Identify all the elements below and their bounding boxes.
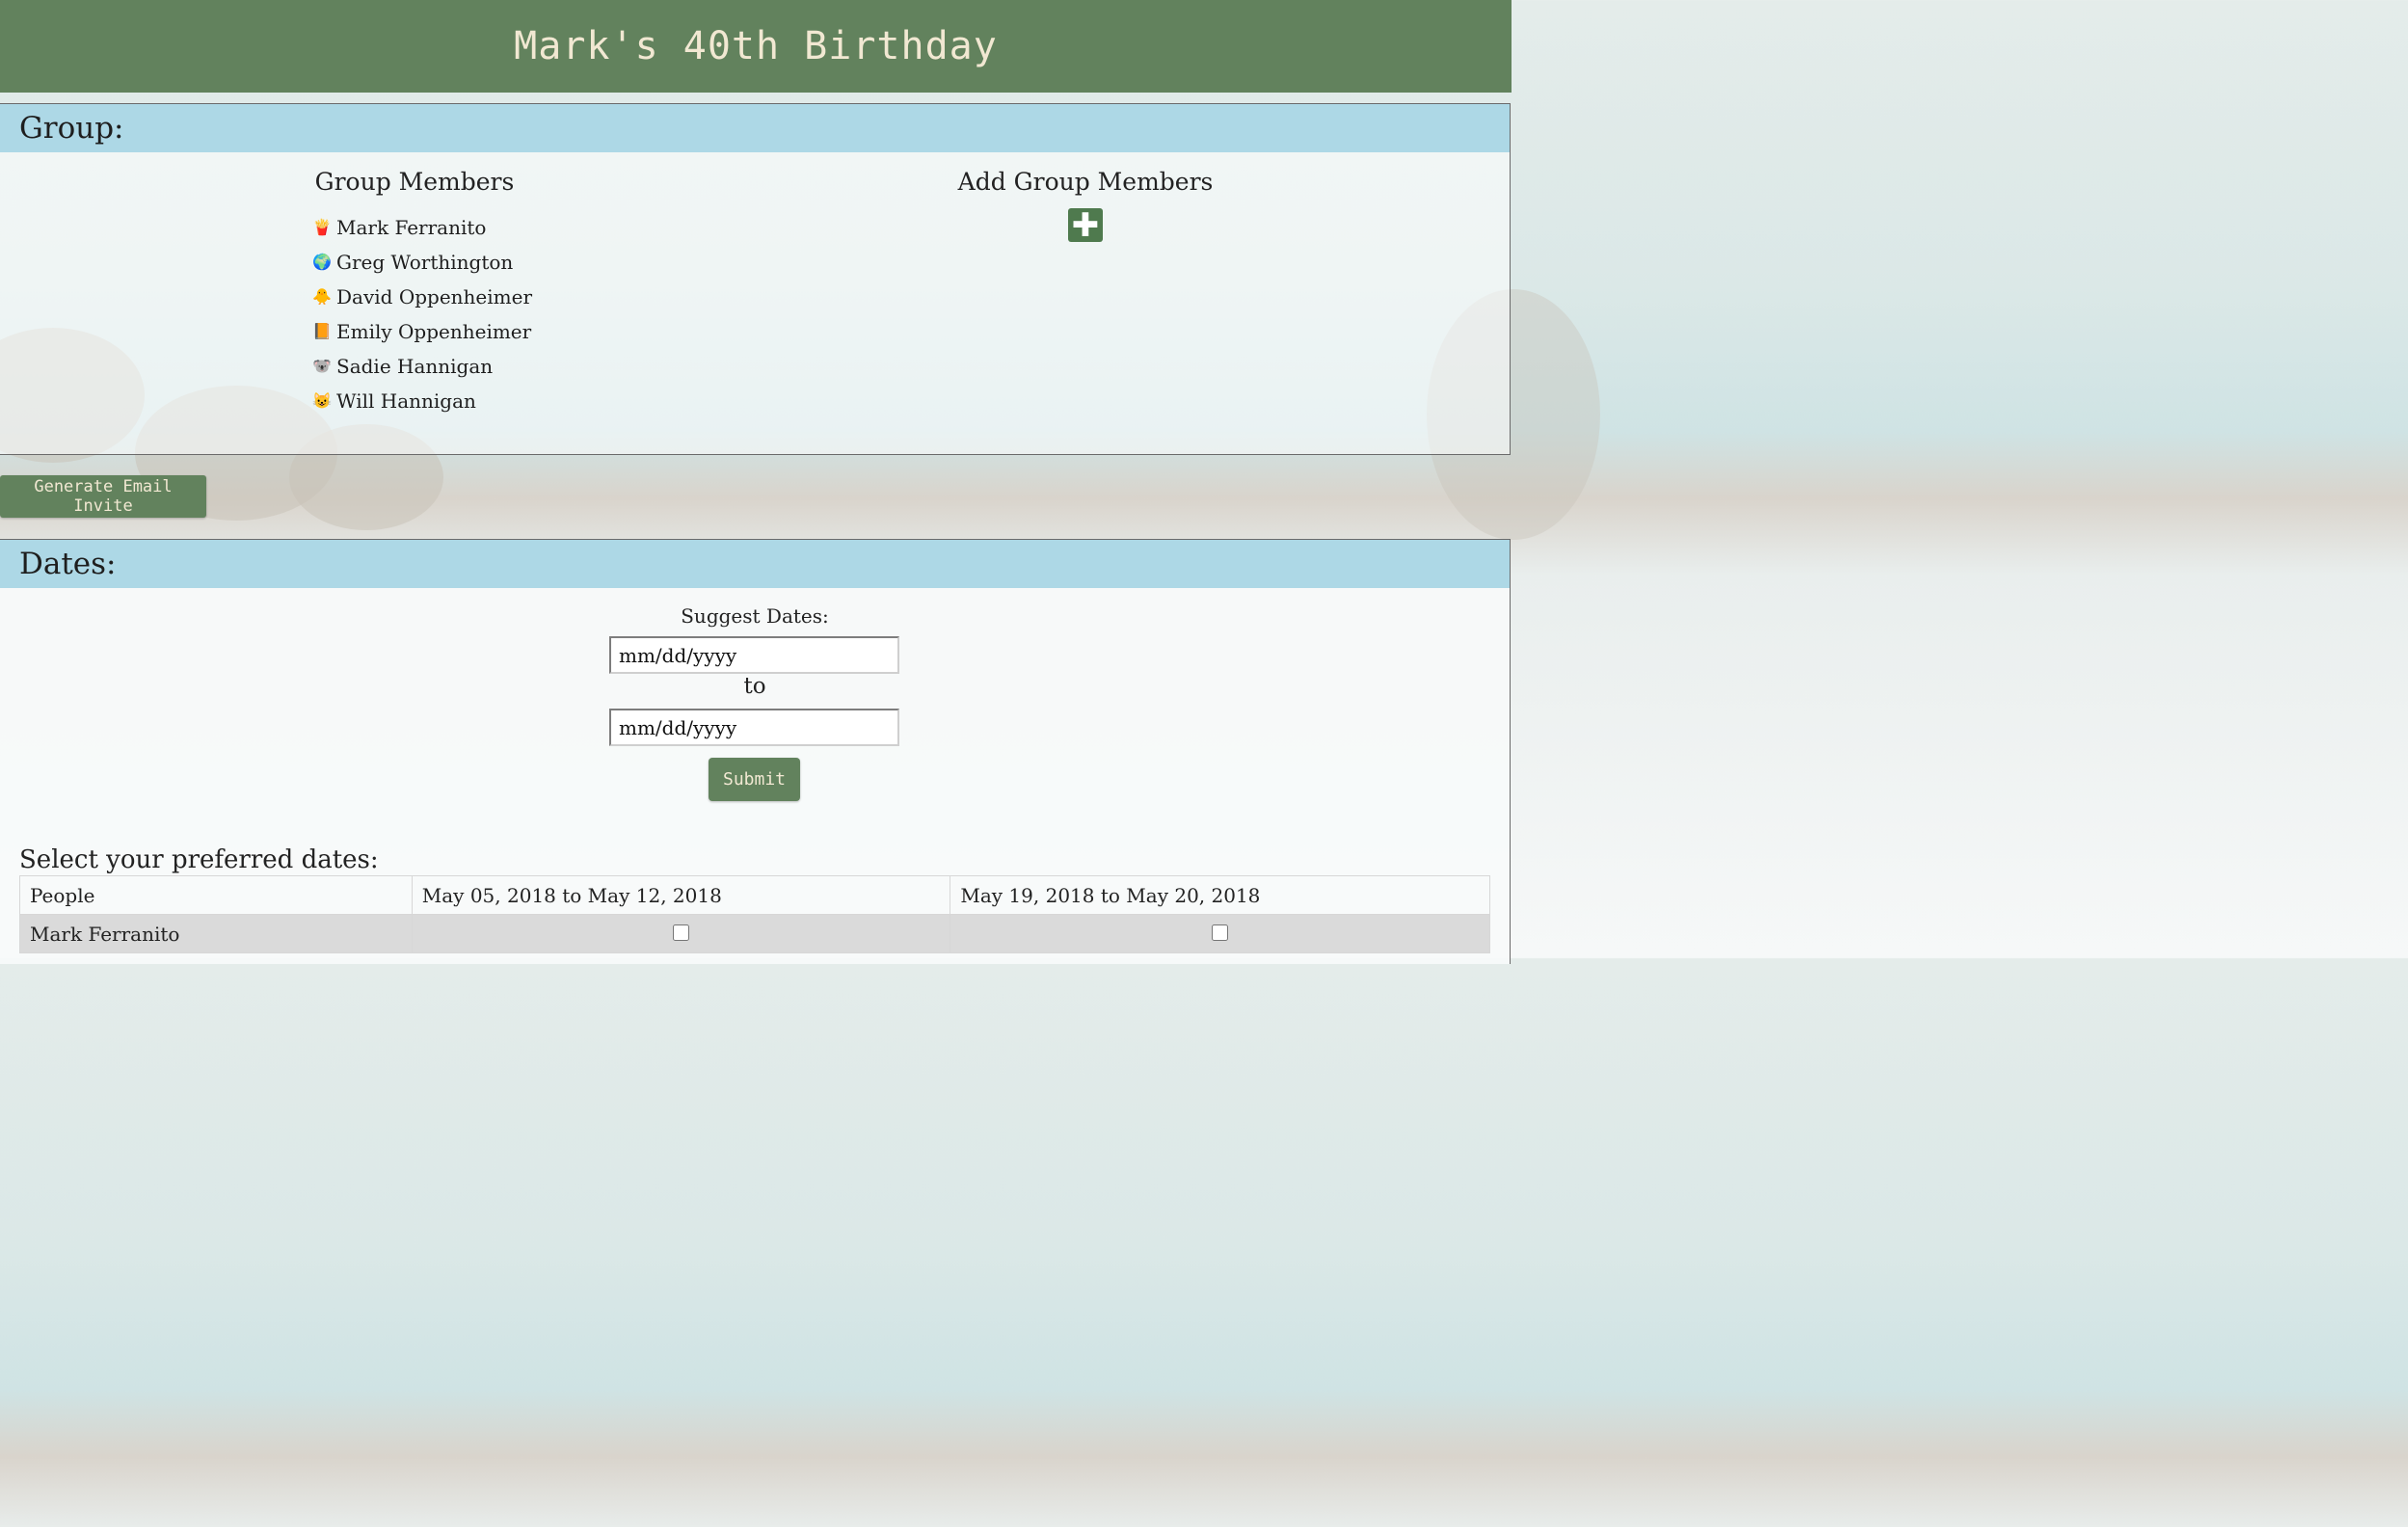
member-item: 😺 Will Hannigan bbox=[312, 384, 532, 418]
end-date-input[interactable] bbox=[609, 709, 899, 746]
member-name: Greg Worthington bbox=[336, 251, 514, 274]
member-avatar-icon: 🍟 bbox=[312, 218, 332, 236]
suggest-dates-label: Suggest Dates: bbox=[681, 604, 829, 628]
column-header: May 05, 2018 to May 12, 2018 bbox=[411, 875, 951, 915]
member-name: Sadie Hannigan bbox=[336, 355, 494, 378]
member-item: 📙 Emily Oppenheimer bbox=[312, 314, 532, 349]
member-avatar-icon: 🌍 bbox=[312, 253, 332, 271]
member-avatar-icon: 🐨 bbox=[312, 357, 332, 375]
page-header: Mark's 40th Birthday bbox=[0, 0, 1512, 93]
date-option-cell bbox=[411, 914, 951, 953]
generate-email-invite-button[interactable]: Generate Email Invite bbox=[0, 475, 206, 518]
member-name: David Oppenheimer bbox=[336, 285, 533, 308]
add-group-members-title: Add Group Members bbox=[957, 168, 1214, 196]
member-name: Mark Ferranito bbox=[336, 216, 487, 239]
dates-section-title: Dates: bbox=[0, 540, 1510, 588]
start-date-input[interactable] bbox=[609, 636, 899, 674]
member-item: 🍟 Mark Ferranito bbox=[312, 210, 532, 245]
column-header: People bbox=[19, 875, 413, 915]
column-header: May 19, 2018 to May 20, 2018 bbox=[950, 875, 1490, 915]
add-member-button[interactable]: ✚ bbox=[1068, 205, 1103, 245]
date-preference-checkbox[interactable] bbox=[673, 924, 690, 941]
member-item: 🐨 Sadie Hannigan bbox=[312, 349, 532, 384]
preferred-dates-table: People May 05, 2018 to May 12, 2018 May … bbox=[19, 875, 1490, 953]
member-avatar-icon: 🐥 bbox=[312, 287, 332, 306]
member-avatar-icon: 😺 bbox=[312, 391, 332, 410]
date-option-cell bbox=[950, 914, 1490, 953]
group-members-list: 🍟 Mark Ferranito 🌍 Greg Worthington 🐥 David O… bbox=[312, 210, 532, 418]
table-row: Mark Ferranito bbox=[19, 914, 1490, 953]
to-label: to bbox=[743, 674, 766, 699]
member-item: 🐥 David Oppenheimer bbox=[312, 280, 532, 314]
table-header-row: People May 05, 2018 to May 12, 2018 May … bbox=[19, 875, 1490, 915]
member-item: 🌍 Greg Worthington bbox=[312, 245, 532, 280]
group-section-title: Group: bbox=[0, 104, 1510, 152]
member-avatar-icon: 📙 bbox=[312, 322, 332, 340]
plus-icon: ✚ bbox=[1071, 205, 1100, 245]
group-section: Group: bbox=[0, 103, 1511, 455]
date-preference-checkbox[interactable] bbox=[1212, 924, 1229, 941]
person-name-cell: Mark Ferranito bbox=[19, 914, 413, 953]
member-name: Emily Oppenheimer bbox=[336, 320, 532, 343]
select-preferred-dates-label: Select your preferred dates: bbox=[19, 845, 379, 874]
submit-button[interactable]: Submit bbox=[709, 758, 800, 801]
page-title: Mark's 40th Birthday bbox=[514, 24, 998, 68]
group-members-title: Group Members bbox=[314, 168, 515, 196]
member-name: Will Hannigan bbox=[336, 389, 476, 413]
